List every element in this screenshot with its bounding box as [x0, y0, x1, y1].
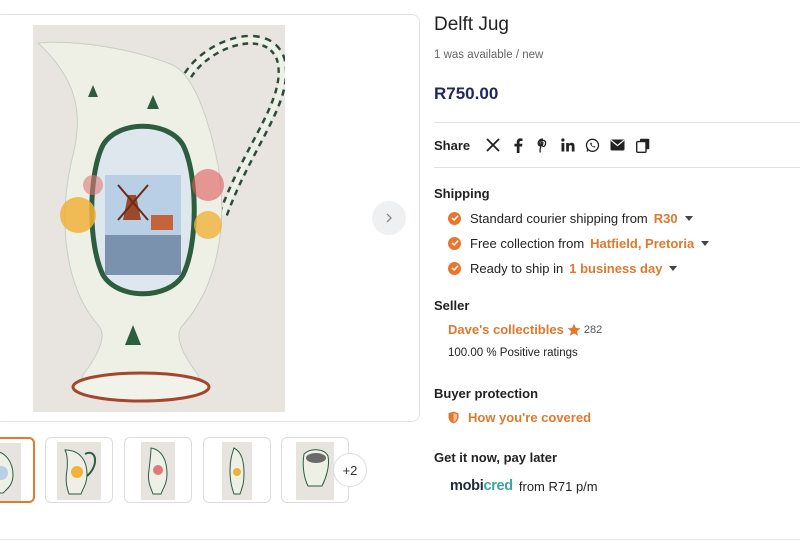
shipping-row-collection: Free collection from Hatfield, Pretoria	[448, 234, 710, 252]
rating-count[interactable]: 282	[584, 324, 602, 336]
seller-title: Seller	[434, 298, 470, 313]
shipping-cost-link[interactable]: R30	[654, 211, 678, 226]
shipping-row-courier: Standard courier shipping from R30	[448, 209, 693, 227]
product-title: Delft Jug	[434, 14, 509, 35]
availability-text: 1 was available / new	[434, 49, 544, 61]
divider	[434, 122, 800, 123]
thumbnail-3[interactable]	[124, 437, 192, 503]
pay-later-title: Get it now, pay later	[434, 450, 558, 465]
caret-down-icon[interactable]	[669, 265, 678, 271]
divider	[434, 167, 800, 168]
collection-location-link[interactable]: Hatfield, Pretoria	[590, 236, 694, 251]
shipping-title: Shipping	[434, 186, 490, 201]
share-label: Share	[434, 137, 471, 153]
gallery-next-button[interactable]	[372, 201, 406, 235]
mobicred-price: from R71 p/m	[518, 478, 598, 494]
thumbnail-2[interactable]	[45, 437, 113, 503]
positive-ratings: 100.00 % Positive ratings	[448, 347, 578, 359]
shipping-row-text: Standard courier shipping from	[470, 210, 648, 226]
thumbnail-1[interactable]	[0, 437, 35, 503]
check-circle-icon	[448, 236, 461, 250]
caret-down-icon[interactable]	[684, 215, 693, 221]
product-price: R750.00	[434, 84, 499, 103]
check-circle-icon	[448, 261, 461, 275]
linkedin-icon[interactable]	[560, 137, 576, 153]
shield-icon	[448, 411, 459, 424]
shipping-row-ready: Ready to ship in 1 business day	[448, 259, 678, 277]
mobicred-logo: mobicred	[450, 478, 513, 494]
chevron-right-icon	[386, 213, 392, 223]
more-images-badge[interactable]: +2	[333, 453, 367, 487]
shipping-row-text: Free collection from	[470, 235, 585, 251]
email-icon[interactable]	[610, 137, 626, 153]
shipping-row-text: Ready to ship in	[470, 260, 564, 276]
divider	[0, 539, 800, 540]
caret-down-icon[interactable]	[701, 240, 710, 246]
x-icon[interactable]	[485, 137, 501, 153]
whatsapp-icon[interactable]	[585, 137, 601, 153]
copy-icon[interactable]	[635, 137, 651, 153]
seller-row: Dave's collectibles 282	[448, 322, 602, 337]
share-row: Share	[434, 135, 655, 155]
how-covered-link[interactable]: How you're covered	[448, 410, 591, 425]
seller-name-link[interactable]: Dave's collectibles	[448, 322, 564, 337]
star-icon	[567, 323, 581, 336]
how-covered-label: How you're covered	[468, 410, 592, 425]
product-main-image[interactable]	[33, 25, 285, 412]
check-circle-icon	[448, 211, 461, 225]
buyer-protection-title: Buyer protection	[434, 386, 539, 401]
thumbnail-4[interactable]	[203, 437, 271, 503]
ready-time-link[interactable]: 1 business day	[569, 261, 662, 276]
facebook-icon[interactable]	[510, 137, 526, 153]
mobicred-offer[interactable]: mobicred from R71 p/m	[450, 478, 598, 494]
pinterest-icon[interactable]	[535, 137, 551, 153]
